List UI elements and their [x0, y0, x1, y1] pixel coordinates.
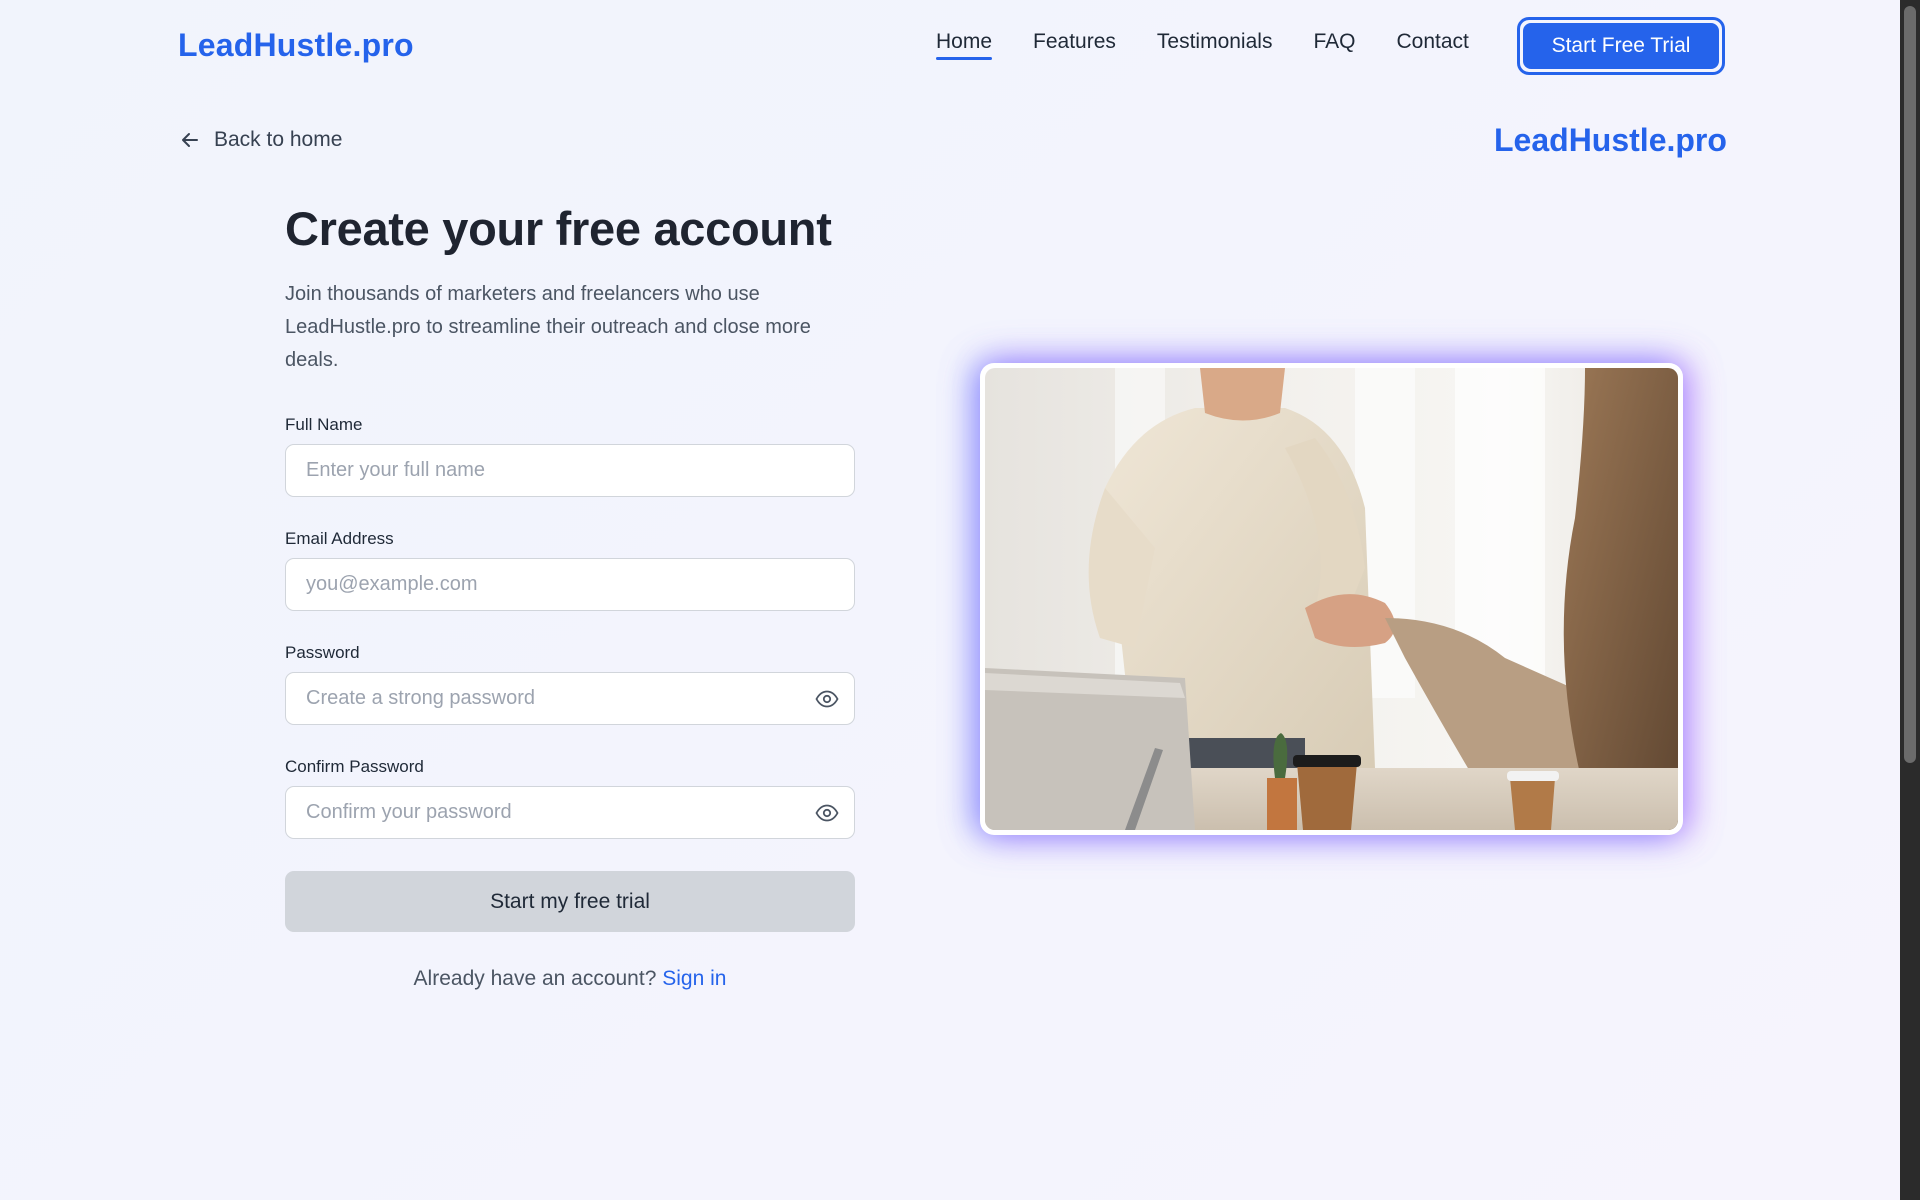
signin-link[interactable]: Sign in: [662, 967, 726, 990]
confirm-password-input[interactable]: [286, 787, 854, 838]
full-name-input-wrap: [285, 444, 855, 497]
handshake-photo: [985, 368, 1678, 830]
brand-logo-right: LeadHustle.pro: [1494, 122, 1727, 158]
full-name-input[interactable]: [286, 445, 854, 496]
scrollbar-thumb[interactable]: [1904, 6, 1916, 763]
start-free-trial-label: Start Free Trial: [1523, 23, 1719, 69]
signin-prompt: Already have an account? Sign in: [285, 967, 855, 991]
full-name-field-group: Full Name: [285, 415, 855, 497]
confirm-password-input-wrap: [285, 786, 855, 839]
email-field-group: Email Address: [285, 529, 855, 611]
password-label: Password: [285, 643, 360, 662]
page-title: Create your free account: [285, 202, 832, 255]
header-logo[interactable]: LeadHustle.pro: [178, 27, 414, 64]
eye-icon[interactable]: [814, 687, 840, 711]
signup-form: Create your free account Join thousands …: [285, 200, 855, 990]
eye-icon[interactable]: [814, 801, 840, 825]
password-input-wrap: [285, 672, 855, 725]
arrow-left-icon: [182, 133, 198, 147]
back-to-home-label: Back to home: [214, 128, 343, 151]
nav-testimonials[interactable]: Testimonials: [1157, 30, 1273, 60]
full-name-label: Full Name: [285, 415, 363, 434]
password-input[interactable]: [286, 673, 854, 724]
main-nav: Home Features Testimonials FAQ Contact: [936, 30, 1510, 60]
page-subtitle: Join thousands of marketers and freelanc…: [285, 283, 811, 371]
password-field-group: Password: [285, 643, 855, 725]
email-label: Email Address: [285, 529, 394, 548]
back-to-home-link[interactable]: Back to home: [180, 128, 342, 152]
scrollbar[interactable]: [1900, 0, 1920, 1200]
confirm-password-field-group: Confirm Password: [285, 757, 855, 839]
site-header: LeadHustle.pro Home Features Testimonial…: [0, 0, 1900, 92]
nav-features[interactable]: Features: [1033, 30, 1116, 60]
confirm-password-label: Confirm Password: [285, 757, 424, 776]
nav-home[interactable]: Home: [936, 30, 993, 60]
start-trial-submit-button[interactable]: Start my free trial: [285, 871, 855, 932]
email-input-wrap: [285, 558, 855, 611]
nav-faq[interactable]: FAQ: [1313, 30, 1355, 60]
signin-prompt-text: Already have an account?: [413, 967, 657, 990]
start-free-trial-button[interactable]: Start Free Trial: [1517, 17, 1725, 75]
nav-contact[interactable]: Contact: [1396, 30, 1468, 60]
email-input[interactable]: [286, 559, 854, 610]
hero-image-frame: [980, 363, 1683, 835]
